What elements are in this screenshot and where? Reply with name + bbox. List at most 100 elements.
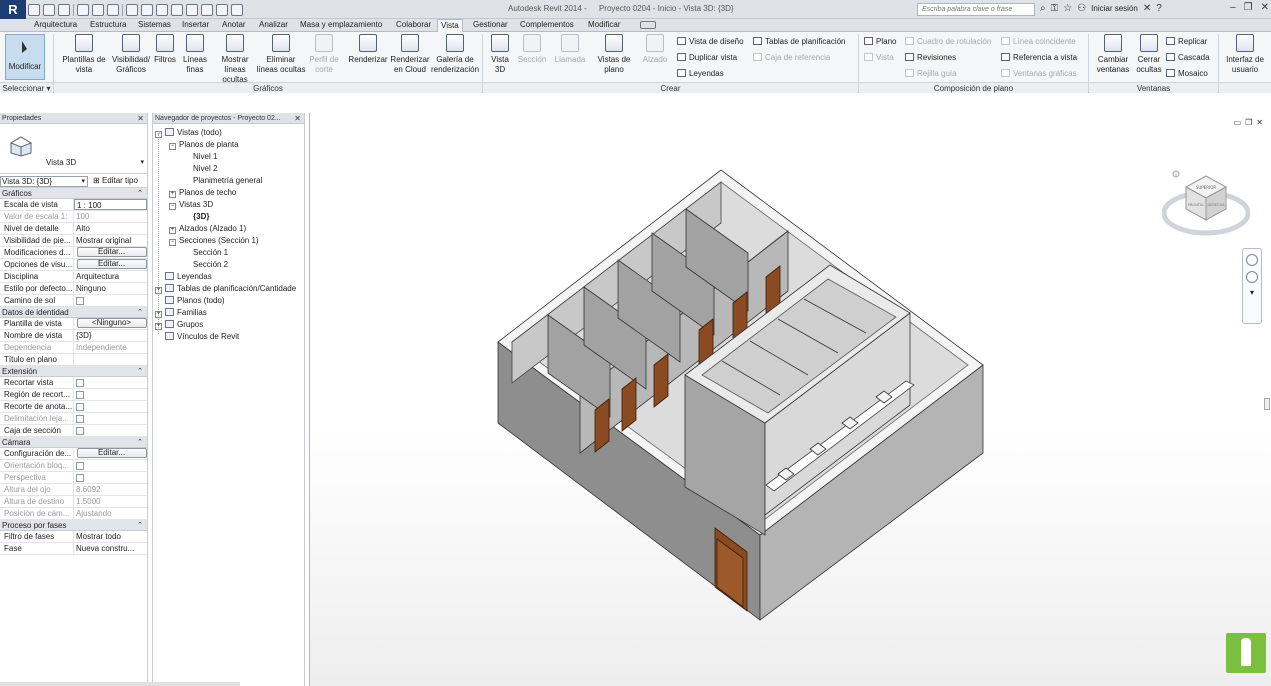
restore-icon[interactable]: ❐	[1244, 2, 1253, 13]
render-gallery-button[interactable]: Galería de renderización	[430, 34, 480, 75]
tab-options-icon[interactable]	[640, 21, 656, 29]
property-group-header[interactable]: Cámara ⌃	[0, 437, 147, 448]
collapse-icon[interactable]: ⌃	[137, 307, 143, 318]
tile-replicate-button[interactable]: Replicar	[1166, 37, 1207, 47]
guide-grid-button[interactable]: Rejilla guía	[905, 69, 957, 79]
browser-node[interactable]: + Alzados (Alzado 1)	[169, 224, 246, 234]
tab-colaborar[interactable]: Colaborar	[393, 19, 434, 32]
tab-insertar[interactable]: Insertar	[179, 19, 212, 32]
close-hidden-button[interactable]: Cerrar ocultas	[1132, 34, 1166, 75]
view-templates-button[interactable]: Plantillas de vista	[60, 34, 108, 75]
default-3d-view-icon[interactable]	[171, 3, 183, 16]
matchline-button[interactable]: Línea coincidente	[1001, 37, 1076, 47]
tab-modificar[interactable]: Modificar	[585, 19, 623, 32]
feedback-button[interactable]	[1226, 633, 1266, 673]
binoculars-icon[interactable]: ⌕	[1040, 3, 1046, 14]
render-button[interactable]: Renderizar	[348, 34, 388, 65]
3d-view-button[interactable]: Vista 3D	[486, 34, 514, 75]
property-group-header[interactable]: Datos de identidad ⌃	[0, 307, 147, 318]
text-icon[interactable]	[156, 3, 168, 16]
close-icon[interactable]: ✕	[294, 113, 301, 124]
property-value[interactable]: Alto	[74, 223, 147, 234]
browser-node[interactable]: + Grupos	[155, 320, 203, 330]
callout-button[interactable]: Llamada	[552, 34, 588, 65]
expand-icon[interactable]: +	[155, 287, 162, 294]
help-icon[interactable]: ?	[1156, 3, 1162, 14]
browser-node[interactable]: − Vistas 3D	[169, 200, 213, 210]
render-cloud-button[interactable]: Renderizar en Cloud	[390, 34, 430, 75]
switch-windows-icon[interactable]	[231, 3, 243, 16]
plan-views-button[interactable]: Vistas de plano	[594, 34, 634, 75]
browser-node[interactable]: {3D}	[183, 212, 209, 222]
drafting-view-button[interactable]: Vista de diseño	[677, 37, 744, 47]
close-icon[interactable]: ✕	[1261, 2, 1269, 13]
collapse-icon[interactable]: −	[155, 131, 162, 138]
visibility-graphics-button[interactable]: Visibilidad/Gráficos	[110, 34, 152, 75]
tab-analizar[interactable]: Analizar	[256, 19, 291, 32]
property-value[interactable]: Ninguno	[74, 283, 147, 294]
tab-sistemas[interactable]: Sistemas	[135, 19, 174, 32]
scope-box-button[interactable]: Caja de referencia	[753, 53, 830, 63]
schedules-button[interactable]: Tablas de planificación	[753, 37, 846, 47]
property-group-header[interactable]: Extensión ⌃	[0, 366, 147, 377]
modify-button[interactable]: Modificar	[5, 34, 45, 80]
tab-estructura[interactable]: Estructura	[87, 19, 129, 32]
thin-lines-button[interactable]: Líneas finas	[178, 34, 212, 75]
browser-node[interactable]: + Familias	[155, 308, 207, 318]
exchange-icon[interactable]: ✕	[1143, 3, 1151, 14]
close-icon[interactable]: ✕	[137, 113, 144, 124]
duplicate-view-button[interactable]: Duplicar vista	[677, 53, 737, 63]
subscription-icon[interactable]: ⚿	[1051, 3, 1059, 14]
browser-node[interactable]: + Tablas de planificación/Cantidade	[155, 284, 296, 294]
thin-lines-icon[interactable]	[201, 3, 213, 16]
undo-icon[interactable]	[77, 3, 89, 16]
legends-button[interactable]: Leyendas	[677, 69, 724, 79]
star-icon[interactable]: ☆	[1063, 3, 1072, 14]
tab-anotar[interactable]: Anotar	[219, 19, 249, 32]
browser-node[interactable]: Sección 1	[183, 248, 228, 258]
collapse-icon[interactable]: −	[169, 239, 176, 246]
property-edit-button[interactable]: <Ninguno>	[76, 318, 147, 328]
instance-selector[interactable]: Vista 3D: {3D} ▾	[0, 176, 88, 187]
viewports-button[interactable]: Ventanas gráficas	[1001, 69, 1077, 79]
sheet-button[interactable]: Plano	[864, 37, 896, 47]
open-icon[interactable]	[28, 3, 40, 16]
property-edit-button[interactable]: Editar...	[76, 247, 147, 257]
browser-node[interactable]: + Planos de techo	[169, 188, 236, 198]
save-icon[interactable]	[43, 3, 55, 16]
measure-icon[interactable]	[126, 3, 138, 16]
property-checkbox[interactable]	[76, 402, 84, 411]
browser-node[interactable]: Vínculos de Revit	[155, 332, 239, 342]
type-selector[interactable]: Vista 3D ▾	[0, 124, 147, 174]
edit-type-button[interactable]: ⊞ Editar tipo	[93, 176, 138, 186]
browser-node[interactable]: − Planos de planta	[169, 140, 239, 150]
property-value[interactable]: Mostrar original	[74, 235, 147, 246]
collapse-icon[interactable]: ⌃	[137, 437, 143, 448]
cascade-button[interactable]: Cascada	[1166, 53, 1210, 63]
section-button[interactable]: Sección	[516, 34, 548, 65]
elevation-button[interactable]: Alzado	[640, 34, 670, 65]
browser-node[interactable]: Nivel 2	[183, 164, 217, 174]
tab-vista[interactable]: Vista	[437, 19, 463, 32]
browser-node[interactable]: Nivel 1	[183, 152, 217, 162]
expand-icon[interactable]: +	[169, 191, 176, 198]
view-reference-button[interactable]: Referencia a vista	[1001, 53, 1077, 63]
building-model[interactable]	[310, 113, 1271, 686]
sign-in-link[interactable]: Iniciar sesión	[1091, 4, 1138, 13]
search-input[interactable]: Escriba palabra clave o frase	[917, 3, 1035, 16]
property-value[interactable]: Arquitectura	[74, 271, 147, 282]
expand-icon[interactable]: +	[169, 227, 176, 234]
user-icon[interactable]: ⚇	[1077, 3, 1086, 14]
property-group-header[interactable]: Gráficos ⌃	[0, 188, 147, 199]
tab-arquitectura[interactable]: Arquitectura	[31, 19, 80, 32]
collapse-icon[interactable]: ⌃	[137, 520, 143, 531]
tab-gestionar[interactable]: Gestionar	[470, 19, 511, 32]
property-group-header[interactable]: Proceso por fases ⌃	[0, 520, 147, 531]
switch-windows-button[interactable]: Cambiar ventanas	[1096, 34, 1130, 75]
minimize-icon[interactable]: –	[1230, 2, 1236, 13]
property-edit-button[interactable]: Editar...	[76, 259, 147, 269]
title-block-button[interactable]: Cuadro de rotulación	[905, 37, 991, 47]
browser-node[interactable]: Planimetría general	[183, 176, 262, 186]
browser-node[interactable]: Sección 2	[183, 260, 228, 270]
viewport-scrollbar[interactable]	[1264, 398, 1270, 410]
